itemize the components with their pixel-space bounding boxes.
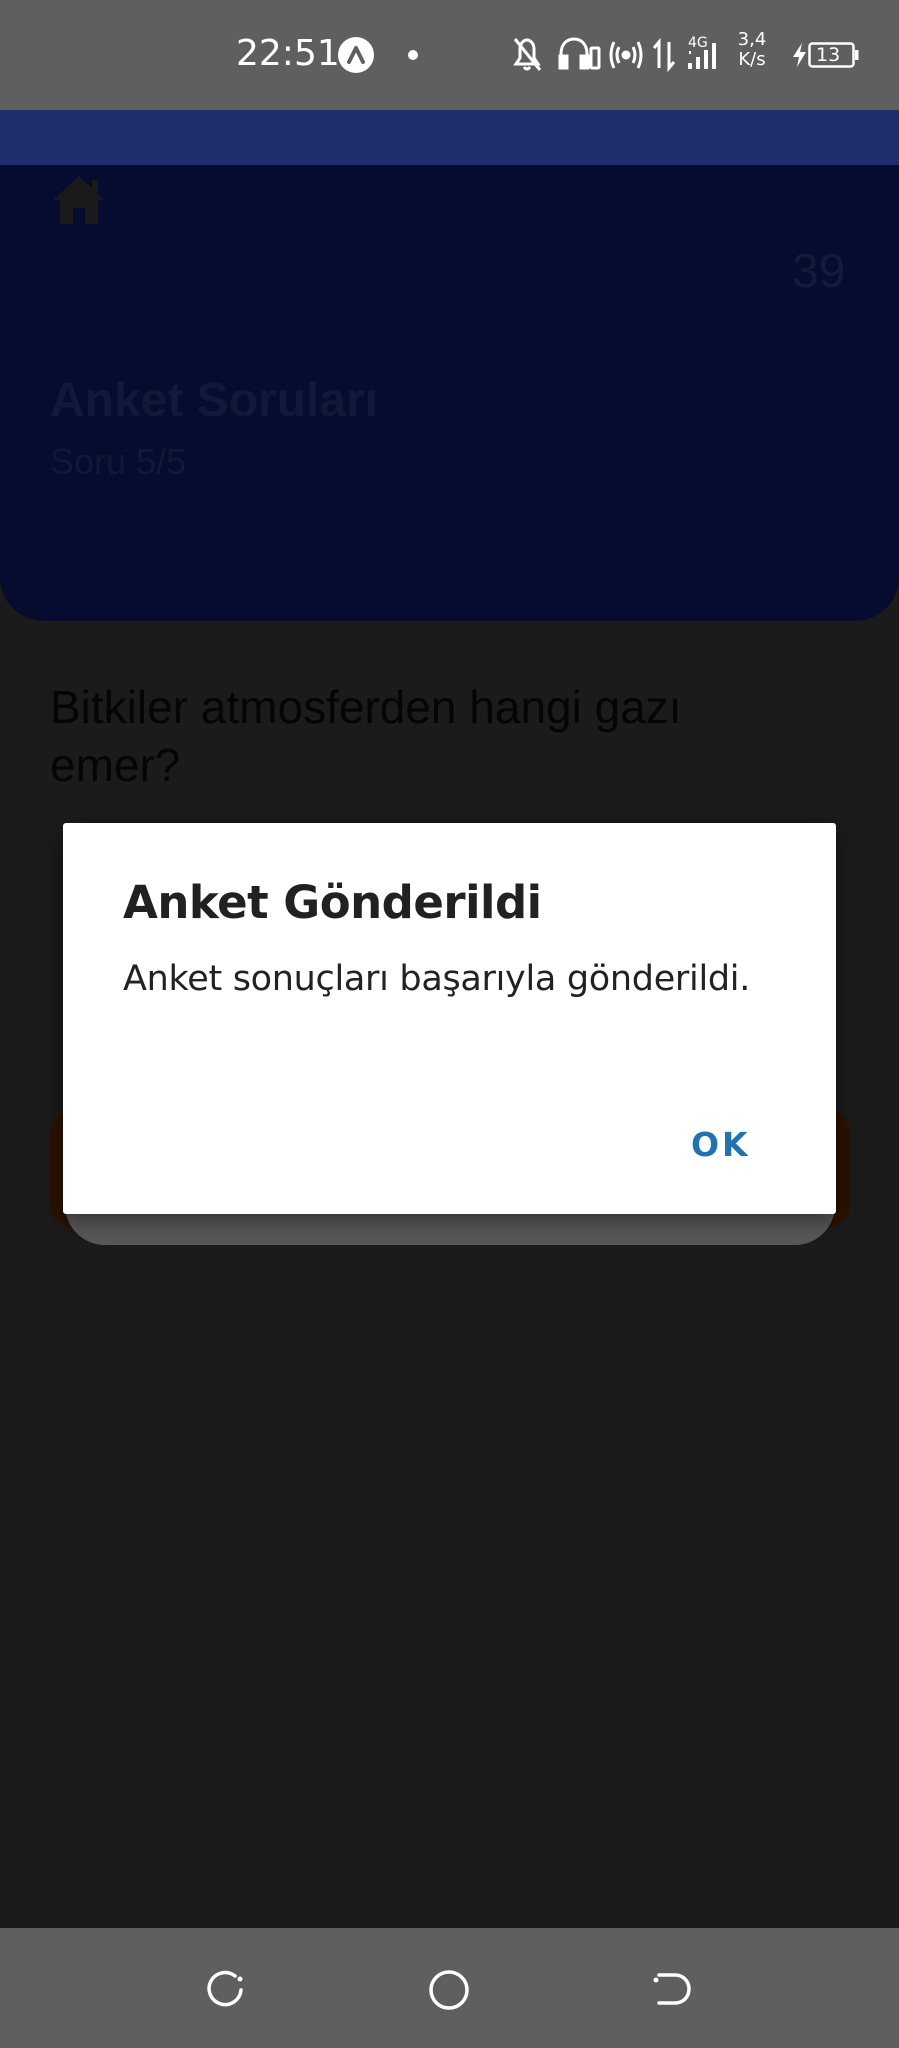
question-progress: Soru 5/5 <box>50 441 187 482</box>
home-icon[interactable] <box>50 172 108 228</box>
speed-unit: K/s <box>738 49 766 70</box>
status-bar: 22:51 4G 3,4 K/s 13 <box>0 0 899 110</box>
charging-icon <box>793 43 806 67</box>
ok-button[interactable]: OK <box>691 1123 751 1167</box>
alert-dialog: Anket Gönderildi Anket sonuçları başarıy… <box>63 823 836 1214</box>
network-type: 4G <box>688 35 708 51</box>
headphones-battery-icon <box>558 37 601 70</box>
nav-home-icon[interactable] <box>427 1968 471 2012</box>
battery-level: 13 <box>816 44 841 66</box>
data-arrows-icon <box>652 37 676 73</box>
page-title: Anket Soruları <box>50 374 379 427</box>
dialog-title: Anket Gönderildi <box>123 876 542 929</box>
hotspot-icon <box>609 41 643 69</box>
timer-counter: 39 <box>792 245 846 298</box>
app-notification-icon <box>338 37 374 73</box>
speed-value: 3,4 <box>737 29 767 50</box>
dot-icon <box>408 50 418 60</box>
network-speed: 3,4 K/s <box>737 30 767 70</box>
recent-apps-icon[interactable] <box>203 1968 247 2012</box>
dialog-message: Anket sonuçları başarıyla gönderildi. <box>123 959 751 999</box>
status-time: 22:51 <box>236 33 340 74</box>
bell-off-icon <box>513 38 542 71</box>
question-text: Bitkiler atmosferden hangi gazı emer? <box>50 681 682 791</box>
back-icon[interactable] <box>651 1968 695 2012</box>
app-top-bar <box>0 110 899 165</box>
